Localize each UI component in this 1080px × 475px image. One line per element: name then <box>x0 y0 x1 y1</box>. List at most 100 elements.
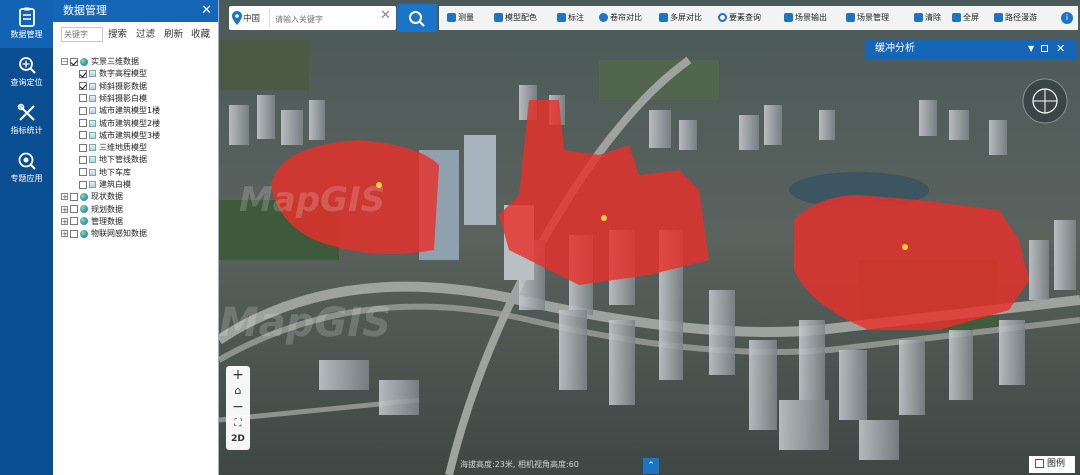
left-nav-rail: 数据管理 查询定位 指标统计 专题应用 <box>0 0 53 475</box>
info-icon[interactable]: i <box>1061 12 1073 24</box>
tree-node-label: 现状数据 <box>91 192 123 202</box>
tool-label: 测量 <box>458 13 474 22</box>
zoom-in-button[interactable]: + <box>226 367 250 383</box>
tree-node-label: 地下车库 <box>99 167 131 177</box>
tool-0[interactable]: 测量 <box>447 6 474 30</box>
tool-3[interactable]: 卷帘对比 <box>599 6 642 30</box>
search-button[interactable]: 搜索 <box>108 27 127 42</box>
tree-node-label: 三维地质模型 <box>99 143 147 153</box>
region-selector[interactable]: 中国 <box>243 12 260 24</box>
close-icon[interactable]: ✕ <box>1056 39 1065 59</box>
tree-node[interactable]: 三维地质模型 <box>79 142 147 154</box>
layer-checkbox[interactable] <box>79 180 87 189</box>
tool-8[interactable]: 清除 <box>914 6 941 30</box>
expand-icon[interactable]: + <box>61 217 68 225</box>
tree-node[interactable]: + 规划数据 <box>61 204 123 216</box>
tool-7[interactable]: 场景管理 <box>846 6 889 30</box>
scene-background <box>219 0 1080 475</box>
rail-item-statistics[interactable]: 指标统计 <box>0 96 53 144</box>
search-button[interactable] <box>397 4 437 32</box>
close-icon[interactable]: ✕ <box>201 0 212 22</box>
tree-node[interactable]: 倾斜摄影数据 <box>79 81 147 93</box>
globe-icon <box>80 217 88 226</box>
refresh-button[interactable]: 刷新 <box>164 27 183 42</box>
map-3d-view[interactable]: MapGIS MapGIS <box>219 0 1080 475</box>
layer-checkbox[interactable] <box>70 217 78 226</box>
favorite-button[interactable]: 收藏 <box>191 27 210 42</box>
tool-2[interactable]: 标注 <box>557 6 584 30</box>
fullscreen-icon <box>952 13 961 22</box>
expand-icon[interactable]: + <box>61 205 68 213</box>
layer-checkbox[interactable] <box>70 192 78 201</box>
layer-checkbox[interactable] <box>79 94 87 103</box>
layer-checkbox[interactable] <box>70 229 78 238</box>
tool-1[interactable]: 模型配色 <box>494 6 537 30</box>
globe-icon <box>80 205 88 214</box>
extent-icon[interactable]: ⛶ <box>226 418 250 429</box>
tool-5[interactable]: 要素查询 <box>718 6 761 30</box>
tool-10[interactable]: 路径漫游 <box>994 6 1037 30</box>
tree-node-label: 数字高程模型 <box>99 69 147 79</box>
buffer-analysis-panel: 缓冲分析 ▼ ✕ <box>865 39 1077 59</box>
tree-node[interactable]: + 管理数据 <box>61 216 123 228</box>
tool-6[interactable]: 场景输出 <box>784 6 827 30</box>
layer-checkbox[interactable] <box>70 205 78 214</box>
plane-icon <box>994 13 1003 22</box>
tree-node[interactable]: 地下管线数据 <box>79 154 147 166</box>
layer-checkbox[interactable] <box>79 168 87 177</box>
tool-label: 路径漫游 <box>1005 13 1037 22</box>
tool-label: 模型配色 <box>505 13 537 22</box>
zoom-out-button[interactable]: − <box>226 399 250 415</box>
view-mode-2d-button[interactable]: 2D <box>226 434 250 444</box>
collapse-icon[interactable]: − <box>61 58 68 66</box>
tree-node[interactable]: 地下车库 <box>79 167 131 179</box>
tool-9[interactable]: 全屏 <box>952 6 979 30</box>
tree-node-label: 实景三维数据 <box>91 57 139 66</box>
tree-node-label: 建筑白模 <box>99 180 131 189</box>
data-management-panel: 数据管理 ✕ 搜索 过滤 刷新 收藏 − 实景三维数据数字高程模型倾斜摄影数据倾斜… <box>53 0 219 475</box>
filter-button[interactable]: 过滤 <box>136 27 155 42</box>
keyword-input[interactable] <box>273 8 377 30</box>
tree-node[interactable]: 城市建筑模型2楼 <box>79 118 160 130</box>
layer-checkbox[interactable] <box>79 155 87 164</box>
layer-checkbox[interactable] <box>70 57 78 66</box>
collapse-icon[interactable]: ▼ <box>1028 39 1034 59</box>
tree-node[interactable]: 数字高程模型 <box>79 68 147 80</box>
tree-node[interactable]: − 实景三维数据 <box>61 56 139 68</box>
layer-checkbox[interactable] <box>79 69 87 78</box>
layer-checkbox[interactable] <box>79 143 87 152</box>
tree-node[interactable]: 城市建筑模型3楼 <box>79 130 160 142</box>
tree-node-label: 倾斜摄影数据 <box>99 81 147 91</box>
tree-node[interactable]: 城市建筑模型1楼 <box>79 105 160 117</box>
expand-up-icon[interactable]: ⌃ <box>643 458 659 474</box>
rail-item-label: 指标统计 <box>10 126 43 135</box>
expand-icon[interactable]: + <box>61 193 68 201</box>
home-icon[interactable]: ⌂ <box>226 384 250 397</box>
layer-checkbox[interactable] <box>79 82 87 91</box>
tool-4[interactable]: 多屏对比 <box>659 6 702 30</box>
paint-icon <box>494 13 503 22</box>
tree-node[interactable]: + 物联网感知数据 <box>61 228 147 240</box>
status-bar: 海拔高度:23米, 相机视角高度:60 <box>460 460 579 469</box>
compass-icon[interactable] <box>1022 78 1068 124</box>
clear-icon[interactable]: ✕ <box>380 8 391 23</box>
rail-item-query-locate[interactable]: 查询定位 <box>0 48 53 96</box>
rail-item-thematic-apps[interactable]: 专题应用 <box>0 144 53 192</box>
panel-header: 数据管理 ✕ <box>53 0 218 22</box>
layer-checkbox[interactable] <box>79 106 87 115</box>
grid-icon <box>659 13 668 22</box>
tree-node[interactable]: 倾斜摄影白模 <box>79 93 147 105</box>
layer-checkbox[interactable] <box>79 131 87 140</box>
tool-label: 场景输出 <box>795 13 827 22</box>
tree-node-label: 物联网感知数据 <box>91 229 147 239</box>
watermark: MapGIS <box>219 300 391 346</box>
layer-checkbox[interactable] <box>79 119 87 127</box>
keyword-search-input[interactable] <box>61 27 103 42</box>
legend-button[interactable]: 图例 <box>1029 456 1075 473</box>
tree-node[interactable]: 建筑白模 <box>79 179 131 191</box>
expand-icon[interactable]: + <box>61 230 68 238</box>
maximize-icon[interactable] <box>1041 45 1048 52</box>
rail-item-data-management[interactable]: 数据管理 <box>0 0 53 48</box>
tree-node[interactable]: + 现状数据 <box>61 191 123 203</box>
globe-icon <box>80 57 88 66</box>
